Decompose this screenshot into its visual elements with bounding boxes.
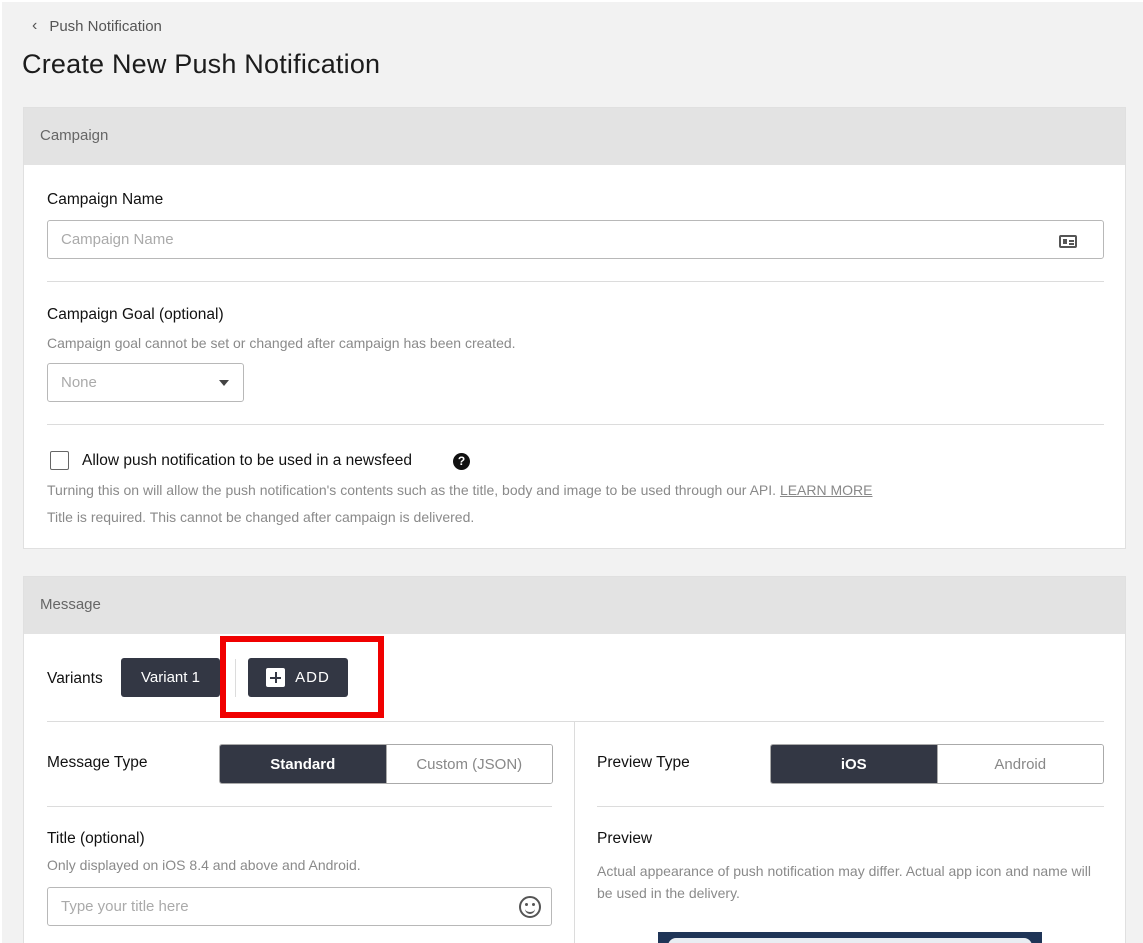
campaign-goal-value: None [61, 374, 97, 391]
newsfeed-checkbox[interactable] [50, 451, 69, 470]
message-type-standard[interactable]: Standard [220, 745, 386, 783]
preview-type-ios[interactable]: iOS [771, 745, 937, 783]
campaign-section-title: Campaign [24, 108, 1125, 165]
breadcrumb-label[interactable]: Push Notification [49, 18, 162, 35]
newsfeed-description-text: Turning this on will allow the push noti… [47, 482, 777, 498]
divider [597, 806, 1104, 807]
newsfeed-description: Turning this on will allow the push noti… [47, 482, 873, 498]
divider [47, 806, 552, 807]
id-card-icon [1059, 235, 1077, 248]
newsfeed-note: Title is required. This cannot be change… [47, 509, 475, 525]
highlight-frame [220, 636, 384, 718]
message-type-label: Message Type [47, 754, 148, 771]
caret-down-icon [219, 380, 229, 386]
campaign-goal-label: Campaign Goal (optional) [47, 306, 224, 323]
divider [47, 281, 1104, 282]
question-circle-icon[interactable]: ? [453, 453, 470, 470]
page-title: Create New Push Notification [22, 49, 381, 79]
divider [47, 424, 1104, 425]
campaign-name-placeholder: Campaign Name [61, 231, 174, 248]
campaign-name-label: Campaign Name [47, 191, 164, 208]
campaign-panel: Campaign Campaign Name Campaign Name Cam… [23, 107, 1126, 549]
message-section-title: Message [24, 577, 1125, 634]
notification-preview-card [668, 938, 1032, 943]
ios-preview-frame [658, 932, 1042, 943]
column-divider [574, 722, 575, 943]
title-hint: Only displayed on iOS 8.4 and above and … [47, 857, 361, 873]
divider [47, 721, 1104, 722]
campaign-goal-hint: Campaign goal cannot be set or changed a… [47, 335, 516, 351]
preview-description: Actual appearance of push notification m… [597, 863, 1091, 901]
smile-icon[interactable] [519, 896, 541, 918]
breadcrumb[interactable]: ‹ Push Notification [32, 17, 162, 35]
preview-label: Preview [597, 830, 653, 847]
message-panel: Message Variants Variant 1 ADD Message T… [23, 576, 1126, 943]
newsfeed-label: Allow push notification to be used in a … [82, 452, 413, 469]
variants-label: Variants [47, 670, 103, 687]
preview-type-toggle[interactable]: iOS Android [770, 744, 1104, 784]
learn-more-link[interactable]: LEARN MORE [780, 482, 873, 498]
chevron-left-icon[interactable]: ‹ [32, 17, 37, 35]
campaign-name-input[interactable]: Campaign Name [47, 220, 1104, 259]
title-placeholder: Type your title here [61, 898, 189, 915]
message-type-custom-json[interactable]: Custom (JSON) [385, 745, 552, 783]
variant-1-tab[interactable]: Variant 1 [121, 658, 220, 697]
message-type-toggle[interactable]: Standard Custom (JSON) [219, 744, 553, 784]
page: ‹ Push Notification Create New Push Noti… [2, 2, 1143, 943]
preview-type-label: Preview Type [597, 754, 690, 771]
title-label: Title (optional) [47, 830, 145, 847]
campaign-goal-select[interactable]: None [47, 363, 244, 402]
preview-type-android[interactable]: Android [936, 745, 1103, 783]
title-input[interactable]: Type your title here [47, 887, 552, 926]
